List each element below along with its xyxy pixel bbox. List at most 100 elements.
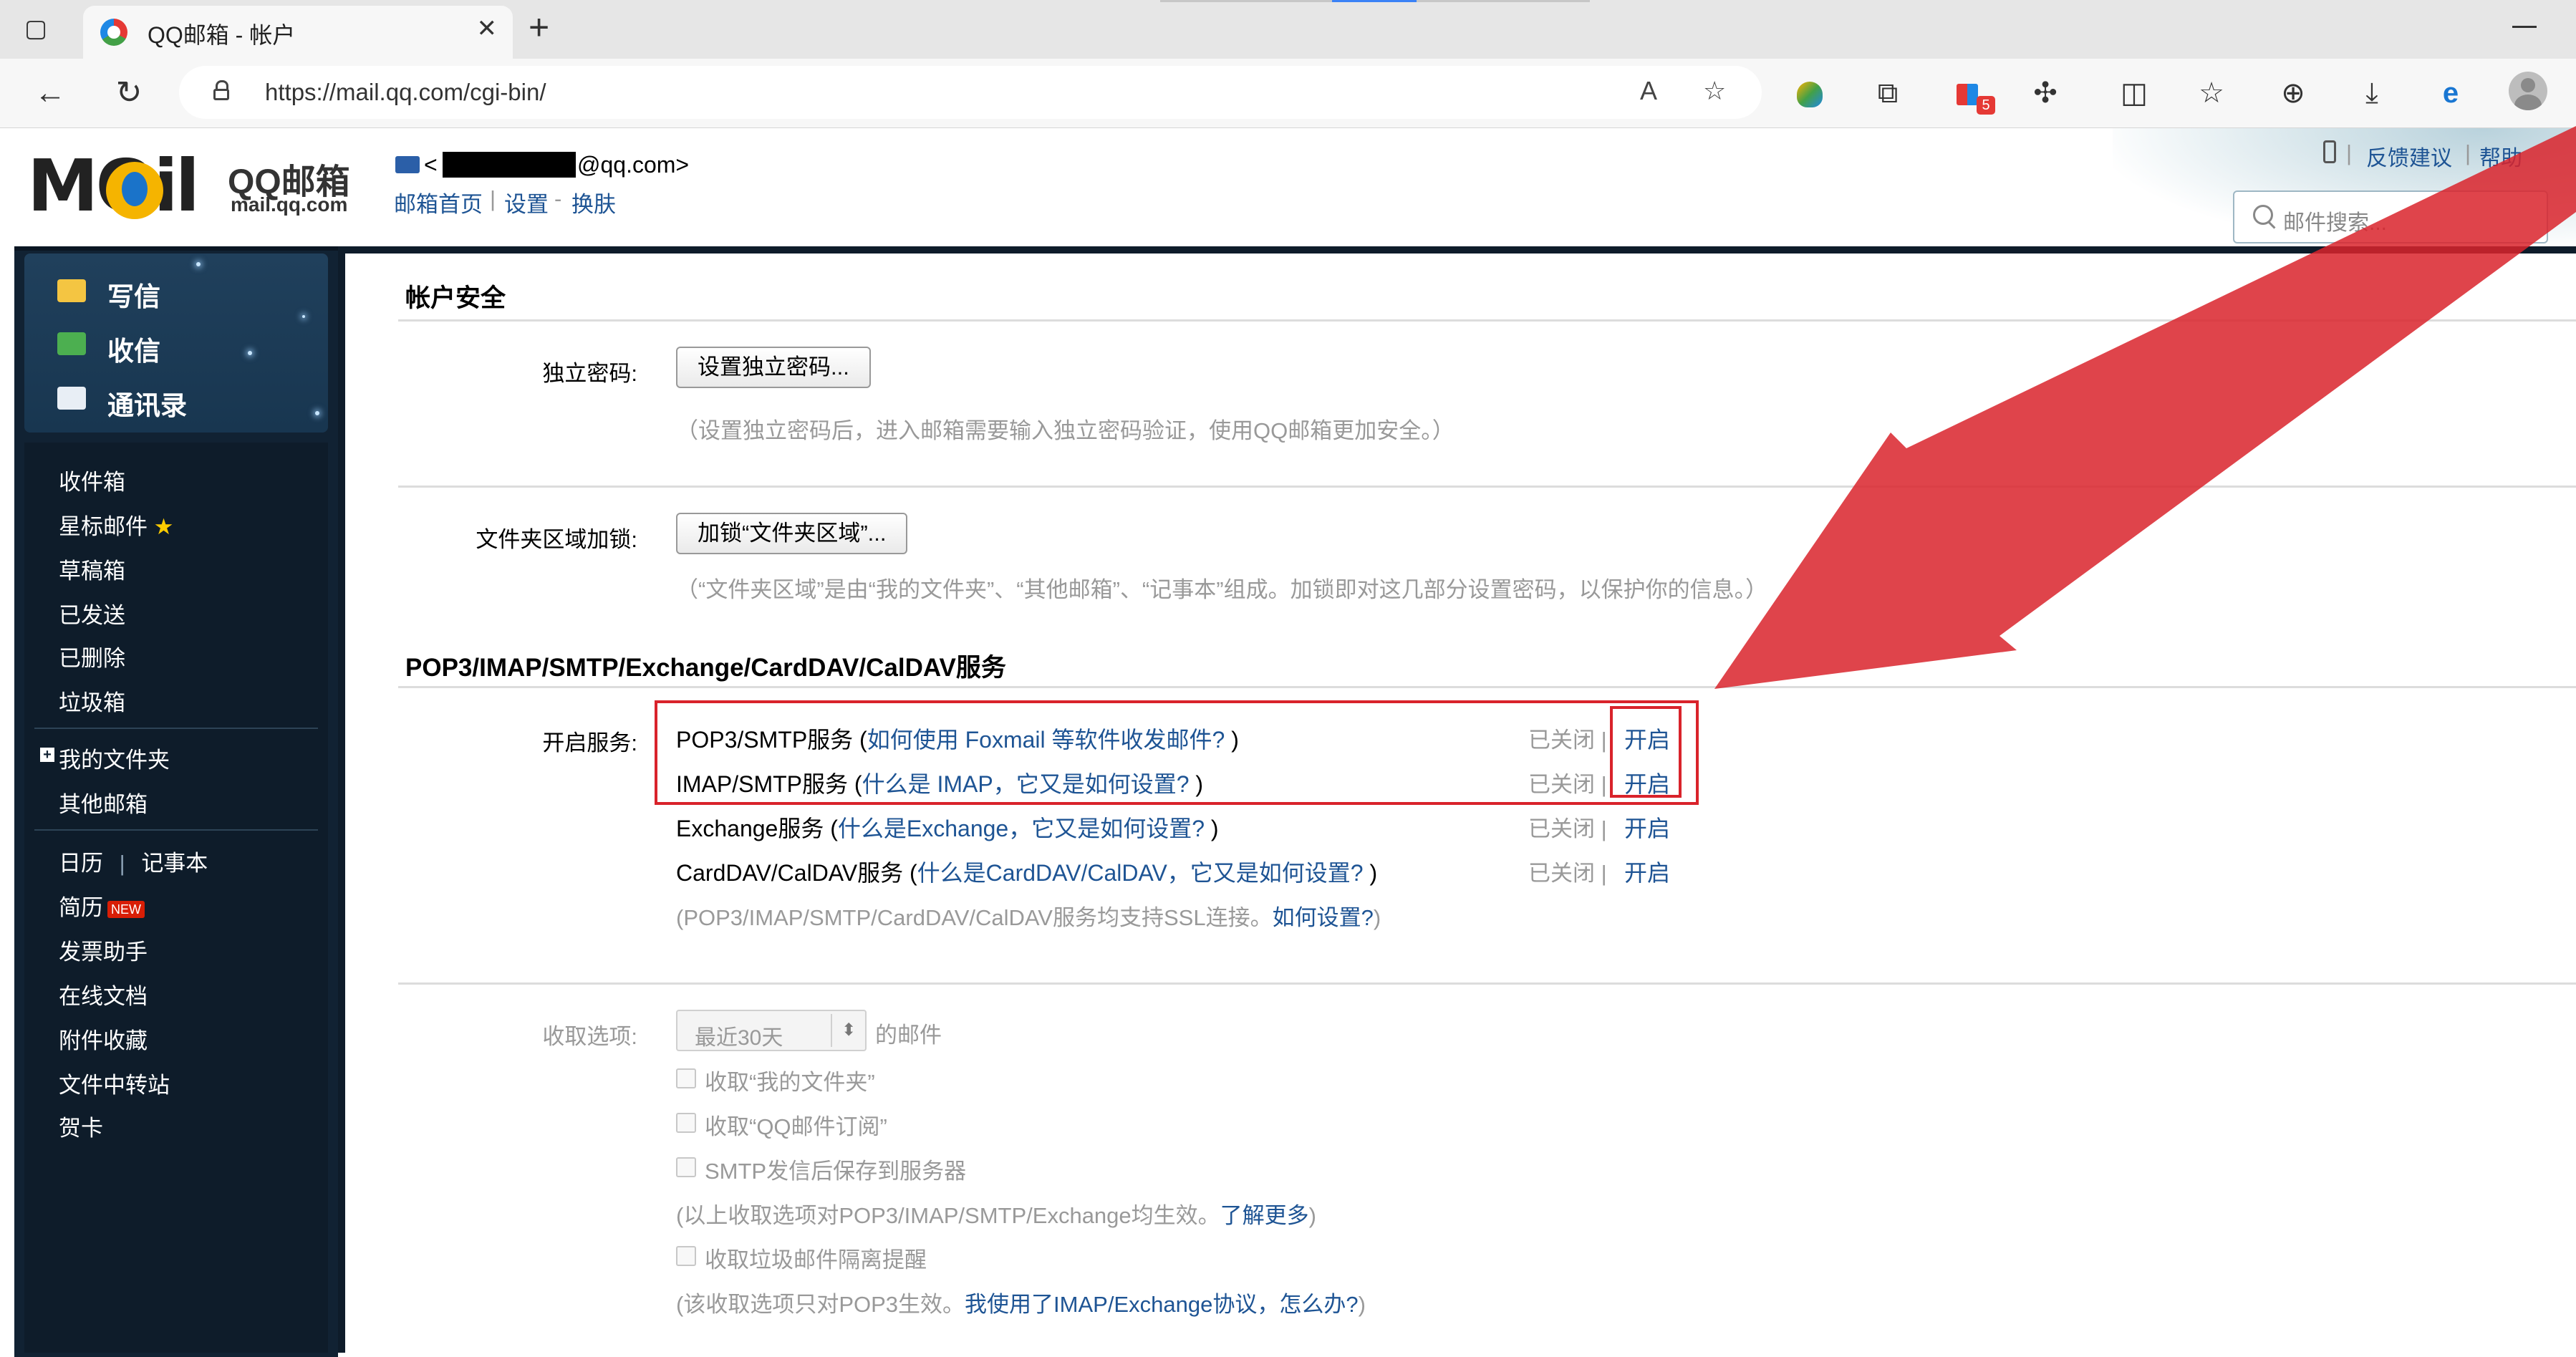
read-aloud-icon[interactable]: A [1640, 76, 1657, 106]
section-title-account-security: 帐户安全 [405, 284, 506, 312]
new-badge: NEW [107, 900, 145, 918]
section-divider [398, 319, 2576, 322]
sidebar-item-my-folders[interactable]: 我的文件夹 [59, 742, 170, 774]
sidebar-item-sent[interactable]: 已发送 [59, 597, 125, 629]
section-divider [398, 486, 2576, 488]
url-text[interactable]: https://mail.qq.com/cgi-bin/ [265, 79, 546, 106]
service-name: CardDAV/CalDAV服务 ( [676, 860, 917, 886]
enable-exchange-link[interactable]: 开启 [1624, 811, 1670, 844]
sparkle-decoration [196, 262, 201, 266]
settings-link[interactable]: 设置 [504, 186, 549, 218]
extensions-icon[interactable]: ✣ [2024, 72, 2067, 115]
sidebar-item-attachments[interactable]: 附件收藏 [59, 1023, 148, 1055]
receive-subscriptions-checkbox[interactable] [676, 1113, 696, 1133]
account-prefix: < [424, 152, 438, 178]
receive-my-folders-checkbox[interactable] [676, 1068, 696, 1088]
search-placeholder: 邮件搜索... [2283, 211, 2388, 235]
window-top-accent [1332, 0, 1417, 2]
learn-more-link[interactable]: 了解更多 [1220, 1203, 1309, 1228]
star-icon: ★ [153, 514, 174, 539]
receive-icon[interactable] [57, 332, 86, 355]
sidebar-item-deleted[interactable]: 已删除 [59, 640, 125, 672]
sidebar-item-cards[interactable]: 贺卡 [59, 1110, 103, 1142]
profile-avatar-icon[interactable] [2509, 72, 2547, 110]
sparkle-decoration [302, 315, 305, 318]
smtp-save-to-server-checkbox[interactable] [676, 1157, 696, 1177]
extension-shield-icon[interactable] [1788, 72, 1831, 115]
header-separator: - [554, 186, 562, 211]
qq-mail-favicon-icon [100, 19, 127, 46]
contacts-button[interactable]: 通讯录 [107, 384, 187, 422]
address-bar[interactable]: https://mail.qq.com/cgi-bin/ A ☆ [179, 66, 1762, 119]
service-paren: ) [1210, 816, 1219, 841]
sidebar-item-starred[interactable]: 星标邮件 ★ [59, 508, 173, 541]
refresh-icon[interactable]: ↻ [107, 72, 150, 115]
add-tab-group-icon[interactable]: ⊕ [2272, 72, 2315, 115]
split-screen-icon[interactable]: ◫ [2113, 72, 2156, 115]
receive-button[interactable]: 收信 [107, 329, 160, 368]
mail-search-input[interactable]: 邮件搜索... [2233, 190, 2548, 243]
receive-note-text: (以上收取选项对POP3/IMAP/SMTP/Exchange均生效。 [676, 1203, 1220, 1228]
sidebar-item-inbox[interactable]: 收件箱 [59, 464, 125, 496]
favorites-icon[interactable]: ☆ [2190, 72, 2233, 115]
spam-alert-checkbox[interactable] [676, 1246, 696, 1266]
feedback-link[interactable]: 反馈建议 [2366, 140, 2452, 172]
back-icon[interactable]: ← [29, 72, 72, 115]
imap-exchange-help-link[interactable]: 我使用了IMAP/Exchange协议，怎么办? [965, 1292, 1359, 1317]
mobile-phone-icon[interactable] [2323, 140, 2336, 163]
site-info-lock-icon[interactable] [213, 80, 229, 100]
help-link[interactable]: 帮助 [2479, 140, 2522, 172]
calendar-link[interactable]: 日历 [59, 851, 103, 876]
tab-title: QQ邮箱 - 帐户 [148, 22, 296, 48]
section-divider [398, 982, 2576, 985]
sparkle-decoration [315, 411, 319, 415]
add-favorite-icon[interactable]: ☆ [1703, 76, 1726, 106]
extension-badge: 5 [1977, 96, 1995, 115]
service-name: Exchange服务 ( [676, 816, 838, 841]
notebook-link[interactable]: 记事本 [141, 851, 208, 876]
search-icon [2253, 205, 2273, 225]
receive-my-folders-label: 收取“我的文件夹” [705, 1070, 875, 1095]
sidebar-item-resume[interactable]: 简历 NEW [59, 889, 145, 922]
sidebar-item-label: 星标邮件 [59, 514, 148, 539]
skin-link[interactable]: 换肤 [571, 186, 616, 218]
ssl-note: (POP3/IMAP/SMTP/CardDAV/CalDAV服务均支持SSL连接… [676, 899, 1381, 932]
exchange-help-link[interactable]: 什么是Exchange，它又是如何设置? [838, 816, 1205, 841]
account-domain: @qq.com> [577, 152, 690, 178]
expand-folders-icon[interactable]: + [40, 748, 54, 762]
logo-domain: mail.qq.com [231, 193, 348, 216]
account-icon [395, 156, 420, 173]
collections-icon[interactable]: ⧉ [1866, 72, 1909, 115]
tab-close-icon[interactable]: ✕ [477, 14, 498, 43]
new-tab-button[interactable]: + [529, 9, 549, 46]
window-minimize-icon[interactable] [2512, 26, 2537, 28]
independent-password-label: 独立密码: [542, 361, 637, 386]
sidebar-item-other-mailbox[interactable]: 其他邮箱 [59, 786, 148, 818]
set-independent-password-button[interactable]: 设置独立密码... [676, 347, 871, 388]
lock-folder-area-button[interactable]: 加锁“文件夹区域”... [676, 513, 908, 554]
mailbox-home-link[interactable]: 邮箱首页 [394, 186, 483, 218]
edge-ie-mode-icon[interactable]: e [2429, 72, 2472, 115]
sidebar-item-invoice[interactable]: 发票助手 [59, 934, 148, 966]
status-text: 已关闭 [1528, 861, 1595, 886]
downloads-icon[interactable]: ⤓ [2350, 72, 2393, 115]
sidebar-item-trash[interactable]: 垃圾箱 [59, 685, 125, 717]
annotation-highlight-box [655, 700, 1699, 805]
ssl-setup-link[interactable]: 如何设置? [1273, 905, 1374, 930]
carddav-help-link[interactable]: 什么是CardDAV/CalDAV，它又是如何设置? [917, 860, 1364, 886]
sidebar-item-docs[interactable]: 在线文档 [59, 978, 148, 1010]
sidebar-item-file-transfer[interactable]: 文件中转站 [59, 1067, 170, 1099]
compose-icon[interactable] [57, 279, 86, 302]
tab-actions-icon[interactable]: ▢ [21, 14, 50, 43]
enable-carddav-caldav-link[interactable]: 开启 [1624, 855, 1670, 888]
service-row-exchange: Exchange服务 (什么是Exchange，它又是如何设置? ) [676, 811, 1219, 844]
ssl-note-text: (POP3/IMAP/SMTP/CardDAV/CalDAV服务均支持SSL连接… [676, 905, 1273, 930]
compose-button[interactable]: 写信 [107, 275, 160, 314]
browser-tab-active[interactable]: QQ邮箱 - 帐户 ✕ [83, 6, 513, 59]
contacts-icon[interactable] [57, 387, 86, 410]
service-status-carddav: 已关闭 | [1528, 855, 1607, 887]
sidebar-item-drafts[interactable]: 草稿箱 [59, 553, 125, 585]
qq-penguin-logo-icon [106, 162, 163, 219]
receive-range-select[interactable]: 最近30天 ⬍ [676, 1010, 867, 1051]
panel-frame-top [338, 246, 2576, 253]
